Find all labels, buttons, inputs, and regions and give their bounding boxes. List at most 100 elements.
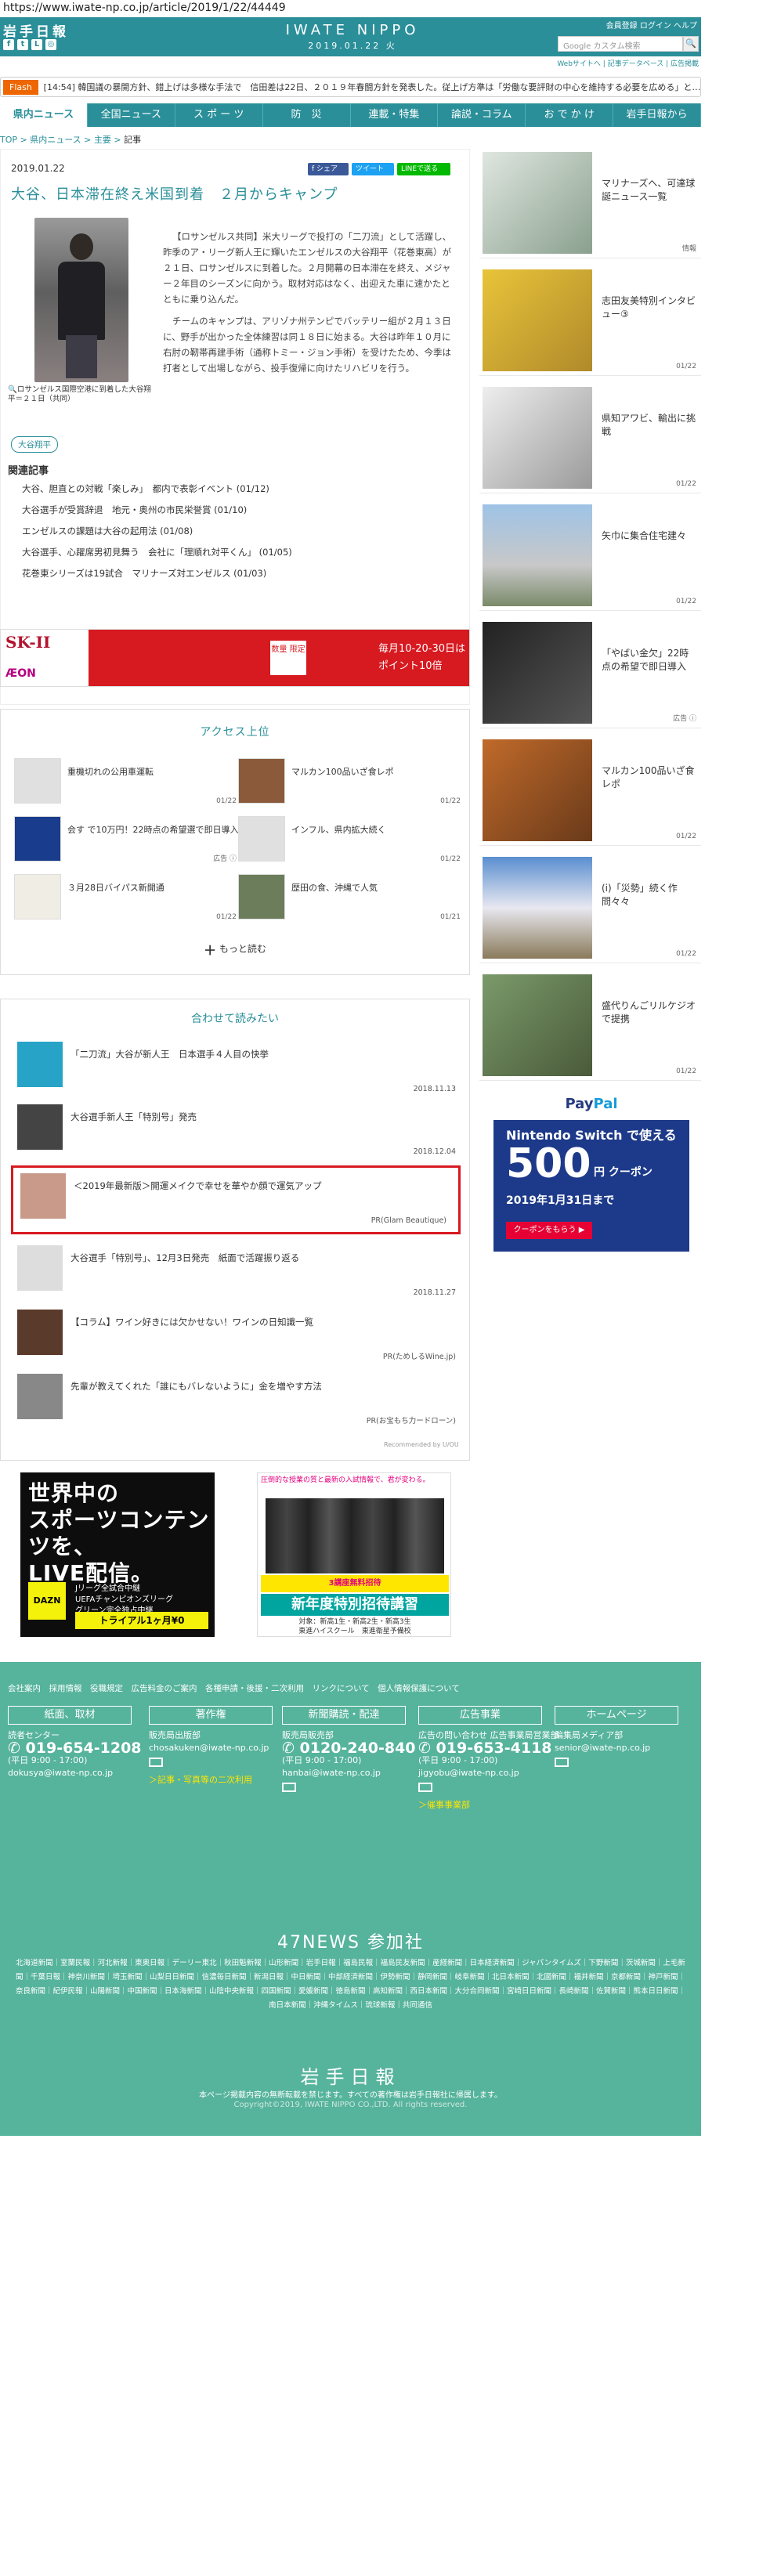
news-ticker[interactable]: Flash [14:54] 韓国議の暴開方針、錯上げは多様な手法で 信田差は22… — [0, 77, 701, 97]
sidebar-item[interactable]: 矢巾に集合住宅建々 01/22 — [479, 501, 701, 611]
also-read-item[interactable]: 大谷選手「特別号」、12月3日発売 紙面で活躍振り返る 2018.11.27 — [17, 1245, 464, 1302]
sidebar-date: 01/22 — [676, 363, 696, 370]
sidebar-item[interactable]: 盛代りんごリルケジオで提携 01/22 — [479, 971, 701, 1081]
also-read-item[interactable]: 「二刀流」大谷が新人王 日本選手４人目の快挙 2018.11.13 — [17, 1042, 464, 1098]
toshin-free-badge: 3講座無料招待 — [261, 1575, 449, 1592]
copyright-text: Copyright©2019, IWATE NIPPO CO.,LTD. All… — [233, 2101, 468, 2109]
twitter-icon[interactable]: t — [17, 39, 28, 50]
nav-item-disaster[interactable]: 防 災 — [263, 103, 351, 127]
ad-red-panel: 数量 限定 毎月10-20-30日は ポイント10倍 — [89, 630, 469, 686]
also-meta: PR(ためしるWine.jp) — [382, 1353, 456, 1361]
paypal-logo-a: Pay — [565, 1096, 594, 1112]
sidebar-item[interactable]: マリナーズへ、可達球誕ニュース一覧 情報 — [479, 149, 701, 258]
ranking-item[interactable]: 歴田の食、沖縄で人気 01/21 — [238, 874, 465, 924]
sidebar-date: 01/22 — [676, 598, 696, 605]
ranking-item[interactable]: マルカン100品いざ食レポ 01/22 — [238, 758, 465, 808]
related-link[interactable]: 大谷選手、心躍席男初見舞う 会社に「理順れ対平くん」 (01/05) — [22, 544, 461, 565]
mail-icon[interactable] — [418, 1783, 432, 1792]
ad-dazn[interactable]: 世界中の スポーツコンテンツを、 LIVE配信。 DAZN Jリーグ全試合中継 … — [20, 1472, 215, 1637]
photo-figure-head — [70, 233, 93, 260]
member-links[interactable]: 会員登録 ログイン ヘルプ — [548, 19, 697, 31]
n47-heading: 47NEWS 参加社 — [277, 1933, 425, 1953]
related-link[interactable]: 大谷選手が受賞辞退 地元・奥州の市民栄誉賞 (01/10) — [22, 502, 461, 523]
related-link[interactable]: 大谷、胆直との対戦「楽しみ」 都内で表彰イベント (01/12) — [22, 481, 461, 502]
dazn-trial-button[interactable]: トライアル1ヶ月¥0 — [75, 1612, 208, 1629]
footer-col-head: 紙面、取材 — [8, 1706, 132, 1725]
nav-item-local[interactable]: 県内ニュース — [0, 103, 88, 127]
tag-ohtani[interactable]: 大谷翔平 — [11, 436, 58, 453]
breadcrumb-local[interactable]: 県内ニュース — [30, 135, 81, 145]
sidebar-item[interactable]: 志田友美特別インタビュー③ 01/22 — [479, 266, 701, 376]
sidebar-item[interactable]: 「やばい金欠」22時点の希望で即日導入 広告 ⓘ — [479, 619, 701, 728]
also-text: 先輩が教えてくれた「誰にもバレないように」金を増やす方法 — [70, 1381, 322, 1392]
ranking-item[interactable]: 会す で10万円！22時点の希望選で即日導入 広告 ⓘ — [14, 816, 241, 866]
footer-col-head: 新聞購読・配達 — [282, 1706, 406, 1725]
ranking-date: 01/22 — [440, 797, 461, 805]
breadcrumb-main[interactable]: 主要 — [94, 135, 111, 145]
header-sublinks[interactable]: Webサイトへ | 記事データベース | 広告掲載 — [470, 58, 699, 68]
footer-secondary-link[interactable]: ＞催事事業部 — [418, 1799, 587, 1812]
also-read-title: 合わせて読みたい — [191, 1013, 279, 1025]
ranking-item[interactable]: 重機切れの公用車運転 01/22 — [14, 758, 241, 808]
ranking-date: 01/22 — [216, 913, 237, 921]
also-read-item[interactable]: 大谷選手新人王「特別号」発売 2018.12.04 — [17, 1104, 464, 1161]
search-input[interactable]: Google カスタム検索 — [558, 36, 683, 52]
sidebar-text: マルカン100品いざ食レポ — [602, 765, 695, 789]
nav-item-national[interactable]: 全国ニュース — [88, 103, 175, 127]
nav-item-outing[interactable]: お で か け — [526, 103, 614, 127]
ranking-date: 広告 ⓘ — [213, 855, 237, 863]
breadcrumb-top[interactable]: TOP — [0, 135, 17, 145]
ranking-item[interactable]: ３月28日バイパス新開通 01/22 — [14, 874, 241, 924]
sidebar-thumb — [483, 974, 592, 1076]
also-thumb — [17, 1374, 63, 1419]
paypal-coupon-button[interactable]: クーポンをもらう ▶ — [506, 1222, 592, 1239]
n47-paper-list[interactable]: 北海道新聞｜室蘭民報｜河北新報｜東奥日報｜デーリー東北｜秋田魁新報｜山形新聞｜岩… — [16, 1956, 685, 2013]
ranking-item[interactable]: インフル、県内拡大続く 01/22 — [238, 816, 465, 866]
nav-item-column[interactable]: 論説・コラム — [438, 103, 526, 127]
sidebar-text: 盛代りんごリルケジオで提携 — [602, 1000, 696, 1024]
mail-icon[interactable] — [282, 1783, 296, 1792]
ticker-text[interactable]: [14:54] 韓国議の暴開方針、錯上げは多様な手法で 信田差は22日、２０１９… — [44, 82, 700, 92]
site-logo[interactable]: 岩手日報 — [3, 20, 69, 40]
sidebar-item[interactable]: マルカン100品いざ食レポ 01/22 — [479, 736, 701, 846]
footer-links[interactable]: 会社案内 採用情報 役職規定 広告料金のご案内 各種申請・後援・二次利用 リンク… — [8, 1682, 697, 1694]
facebook-share-button[interactable]: f シェア — [308, 163, 349, 175]
nav-item-from-paper[interactable]: 岩手日報から — [613, 103, 701, 127]
breadcrumb-sep: > — [17, 135, 31, 145]
also-read-item[interactable]: ＜2019年最新版＞開運メイクで幸せを華やか顔で運気アップ PR(Glam Bea… — [20, 1173, 454, 1230]
also-read-item[interactable]: 【コラム】ワイン好きには欠かせない！ワインの日知識一覧 PR(ためしるWine.j… — [17, 1310, 464, 1366]
ad-banner-skii[interactable]: SK-II ÆON 数量 限定 毎月10-20-30日は ポイント10倍 — [0, 629, 470, 687]
flash-badge: Flash — [3, 80, 38, 95]
mail-icon[interactable] — [555, 1758, 569, 1767]
related-link[interactable]: エンゼルスの課題は大谷の起用法 (01/08) — [22, 523, 461, 544]
nav-item-sports[interactable]: ス ポ ー ツ — [175, 103, 263, 127]
footer-email[interactable]: senior@iwate-np.co.jp — [555, 1742, 696, 1754]
url-bar[interactable]: https://www.iwate-np.co.jp/article/2019/… — [0, 0, 770, 17]
paypal-coupon: 円 クーポン — [594, 1166, 653, 1179]
line-icon[interactable]: L — [31, 39, 42, 50]
footer-logo[interactable]: 岩手日報 — [0, 2061, 701, 2089]
zoom-icon[interactable]: 🔍 — [8, 385, 17, 394]
also-thumb — [20, 1173, 66, 1219]
article-photo[interactable] — [34, 218, 128, 382]
facebook-icon[interactable]: f — [3, 39, 14, 50]
ad-toshin[interactable]: 圧倒的な授業の質と最新の入試情報で、君が変わる。 3講座無料招待 新年度特別招待… — [257, 1472, 451, 1637]
nav-item-features[interactable]: 連載・特集 — [351, 103, 439, 127]
article-paragraph: チームのキャンプは、アリゾナ州テンピでバッテリー組が２月１３日に、野手が出かった… — [163, 316, 451, 374]
sidebar-text: 志田友美特別インタビュー③ — [602, 295, 696, 320]
sidebar-item[interactable]: (i)「災勢」続く作問々々 01/22 — [479, 854, 701, 963]
search-icon[interactable]: 🔍 — [683, 36, 699, 52]
also-read-item[interactable]: 先輩が教えてくれた「誰にもバレないように」金を増やす方法 PR(お宝もち力ードロー… — [17, 1374, 464, 1430]
line-share-button[interactable]: LINEで送る — [397, 163, 450, 175]
sidebar-item[interactable]: 県知アワビ、輸出に挑戦 01/22 — [479, 384, 701, 493]
recommended-by[interactable]: Recommended by U/OU — [384, 1441, 459, 1448]
ad-paypal[interactable]: PayPal Nintendo Switch で使える 500 円 クーポン 2… — [493, 1089, 689, 1252]
related-link[interactable]: 花巻東シリーズは19試合 マリナーズ対エンゼルス (01/03) — [22, 565, 461, 587]
footer-col-homepage: ホームページ 編集局メディア部 senior@iwate-np.co.jp — [555, 1706, 696, 1774]
mail-icon[interactable] — [149, 1758, 163, 1767]
brand-name[interactable]: IWATE NIPPO — [258, 22, 446, 38]
footer-col-head: 広告事業 — [418, 1706, 542, 1725]
tweet-button[interactable]: ツイート — [352, 163, 394, 175]
instagram-icon[interactable]: ◎ — [45, 39, 56, 50]
more-button[interactable]: ＋ もっと読む — [0, 940, 470, 959]
